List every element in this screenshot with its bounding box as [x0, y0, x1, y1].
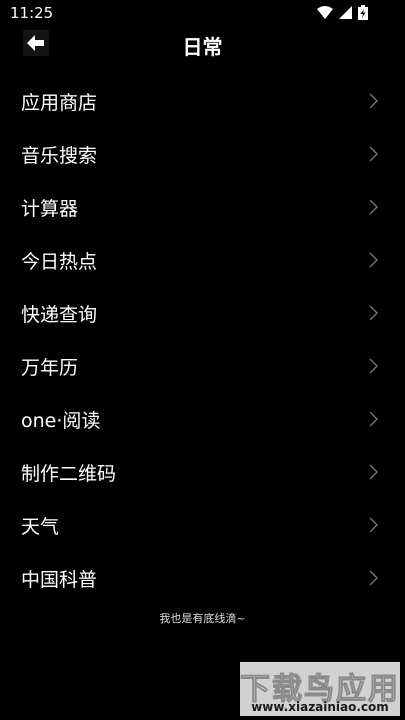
menu-item-label: 制作二维码 [21, 463, 117, 485]
menu-item-weather[interactable]: 天气 [0, 498, 405, 551]
menu-item-hot-topics[interactable]: 今日热点 [0, 233, 405, 286]
chevron-right-icon [369, 199, 378, 215]
menu-item-label: 应用商店 [21, 92, 98, 114]
menu-item-calculator[interactable]: 计算器 [0, 180, 405, 233]
chevron-right-icon [369, 411, 378, 427]
menu-item-express-tracking[interactable]: 快递查询 [0, 286, 405, 339]
cell-signal-icon [339, 6, 352, 19]
menu-item-calendar[interactable]: 万年历 [0, 339, 405, 392]
chevron-right-icon [369, 517, 378, 533]
chevron-right-icon [369, 252, 378, 268]
battery-charging-icon [358, 5, 368, 20]
menu-list: 应用商店 音乐搜索 计算器 今日热点 快递查询 万年历 one·阅读 制作二维码… [0, 74, 405, 604]
chevron-right-icon [369, 305, 378, 321]
menu-item-qr-code-maker[interactable]: 制作二维码 [0, 445, 405, 498]
watermark: 下载鸟应用 www.xiazainiao.com [240, 662, 400, 716]
menu-item-label: 中国科普 [21, 569, 98, 591]
menu-item-label: 快递查询 [21, 304, 98, 326]
status-time: 11:25 [10, 4, 54, 22]
menu-item-app-store[interactable]: 应用商店 [0, 74, 405, 127]
chevron-right-icon [369, 570, 378, 586]
status-bar: 11:25 [0, 0, 405, 28]
menu-item-label: one·阅读 [21, 410, 101, 432]
footer-note: 我也是有底线滴~ [159, 612, 246, 625]
wifi-icon [317, 6, 333, 19]
status-icons [317, 5, 368, 20]
chevron-right-icon [369, 464, 378, 480]
watermark-url: www.xiazainiao.com [251, 700, 389, 714]
menu-item-music-search[interactable]: 音乐搜索 [0, 127, 405, 180]
menu-item-label: 天气 [21, 516, 60, 538]
menu-item-label: 今日热点 [21, 251, 98, 273]
chevron-right-icon [369, 358, 378, 374]
menu-item-one-reading[interactable]: one·阅读 [0, 392, 405, 445]
menu-item-science[interactable]: 中国科普 [0, 551, 405, 604]
menu-item-label: 万年历 [21, 357, 79, 379]
page-title: 日常 [182, 35, 223, 59]
chevron-right-icon [369, 93, 378, 109]
menu-item-label: 音乐搜索 [21, 145, 98, 167]
menu-item-label: 计算器 [21, 198, 79, 220]
chevron-right-icon [369, 146, 378, 162]
header: 日常 [0, 28, 405, 60]
